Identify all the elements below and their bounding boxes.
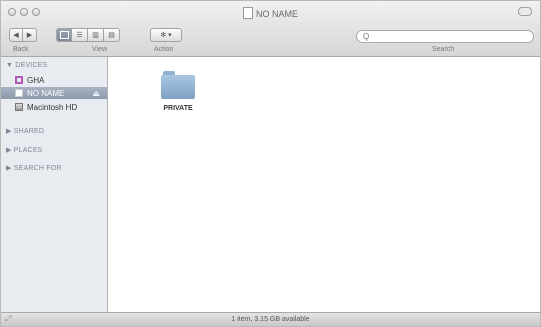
folder-icon[interactable] (161, 71, 195, 99)
status-text: 1 item, 3.15 GB available (231, 316, 310, 323)
drive-icon (15, 76, 23, 84)
back-button[interactable]: ◀ (9, 28, 23, 42)
action-label: Action (154, 46, 174, 53)
column-view-icon: ▥ (92, 32, 99, 39)
list-view-button[interactable]: ☰ (72, 28, 88, 42)
drive-icon (15, 89, 23, 97)
sidebar-item-no-name[interactable]: NO NAME ⏏ (1, 87, 107, 99)
list-view-icon: ☰ (76, 32, 83, 39)
harddisk-icon (15, 103, 23, 111)
sidebar-item-gha[interactable]: GHA (1, 74, 107, 86)
status-bar: ⤢ 1 item, 3.15 GB available (1, 312, 540, 326)
back-label: Back (13, 46, 29, 53)
eject-icon[interactable]: ⏏ (92, 89, 100, 98)
folder-label[interactable]: PRIVATE (150, 105, 206, 112)
coverflow-view-icon: ▤ (108, 32, 115, 39)
action-button[interactable]: ✻ ▾ (150, 28, 182, 42)
finder-window: NO NAME ◀ ▶ Back ☰ ▥ ▤ View ✻ ▾ Action Q… (0, 0, 541, 327)
icon-view-icon (59, 31, 69, 39)
file-area[interactable]: PRIVATE (108, 57, 540, 312)
sidebar-section-search-for[interactable]: ▶ SEARCH FOR (6, 164, 62, 172)
toolbar-toggle-button[interactable] (518, 7, 532, 16)
sidebar-section-shared[interactable]: ▶ SHARED (6, 127, 44, 135)
sidebar-section-devices[interactable]: ▼ DEVICES (6, 62, 47, 69)
forward-button[interactable]: ▶ (23, 28, 37, 42)
column-view-button[interactable]: ▥ (88, 28, 104, 42)
search-input[interactable]: Q (356, 30, 534, 43)
icon-view-button[interactable] (56, 28, 72, 42)
sidebar-section-places[interactable]: ▶ PLACES (6, 146, 43, 154)
drive-icon (242, 7, 253, 19)
back-forward-group: ◀ ▶ (9, 28, 37, 42)
gear-icon: ✻ ▾ (160, 32, 172, 39)
sidebar: ▼ DEVICES GHA NO NAME ⏏ Macintosh HD ▶ S… (1, 57, 108, 314)
view-label: View (92, 46, 108, 53)
coverflow-view-button[interactable]: ▤ (104, 28, 120, 42)
window-title: NO NAME (1, 7, 540, 19)
view-group: ☰ ▥ ▤ (56, 28, 120, 42)
search-icon: Q (363, 32, 370, 41)
toolbar: NO NAME ◀ ▶ Back ☰ ▥ ▤ View ✻ ▾ Action Q… (1, 1, 540, 57)
sidebar-item-macintosh-hd[interactable]: Macintosh HD (1, 101, 107, 113)
search-label: Search (432, 46, 455, 53)
